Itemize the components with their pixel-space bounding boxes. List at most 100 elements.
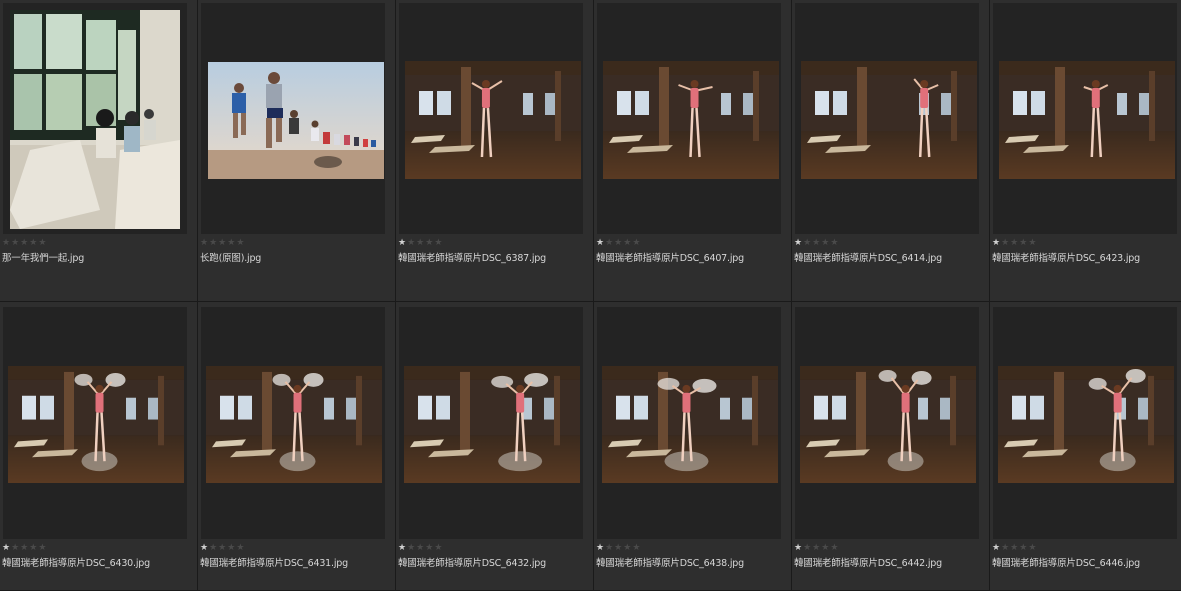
thumbnail-cell[interactable]: ★ ★ ★ ★ ★ 韓國瑞老師指導原片DSC_6446.jpg [990, 302, 1181, 591]
star-icon[interactable]: ★ [209, 238, 217, 248]
star-icon[interactable]: ★ [1019, 543, 1027, 553]
star-icon[interactable]: ★ [407, 238, 415, 248]
thumbnail-cell[interactable]: ★ ★ ★ ★ ★ 韓國瑞老師指導原片DSC_6407.jpg [594, 0, 792, 302]
thumbnail-cell[interactable]: ★ ★ ★ ★ ★ 韓國瑞老師指導原片DSC_6387.jpg [396, 0, 594, 302]
star-rating[interactable]: ★ ★ ★ ★ ★ [794, 238, 838, 248]
star-icon[interactable]: ★ [803, 543, 811, 553]
star-icon[interactable]: ★ [1028, 238, 1036, 248]
thumbnail-frame [795, 307, 979, 539]
thumbnail-cell[interactable]: ★ ★ ★ ★ ★ 韓國瑞老師指導原片DSC_6430.jpg [0, 302, 198, 591]
star-icon[interactable]: ★ [38, 543, 46, 553]
star-icon[interactable]: ★ [2, 238, 10, 248]
thumbnail-cell[interactable]: ★ ★ ★ ★ ★ 韓國瑞老師指導原片DSC_6442.jpg [792, 302, 990, 591]
photo-dancer-thumbnail[interactable] [603, 61, 779, 179]
thumbnail-cell[interactable]: ★ ★ ★ ★ ★ 那一年我們一起.jpg [0, 0, 198, 302]
star-icon[interactable]: ★ [236, 543, 244, 553]
star-rating[interactable]: ★ ★ ★ ★ ★ [2, 238, 46, 248]
thumbnail-cell[interactable]: ★ ★ ★ ★ ★ 韓國瑞老師指導原片DSC_6438.jpg [594, 302, 792, 591]
star-icon[interactable]: ★ [416, 543, 424, 553]
star-icon[interactable]: ★ [236, 238, 244, 248]
star-icon[interactable]: ★ [614, 543, 622, 553]
star-icon[interactable]: ★ [11, 543, 19, 553]
star-icon[interactable]: ★ [398, 543, 406, 553]
star-icon[interactable]: ★ [632, 543, 640, 553]
star-icon[interactable]: ★ [227, 238, 235, 248]
star-icon[interactable]: ★ [2, 543, 10, 553]
thumbnail-frame [399, 307, 583, 539]
thumbnail-cell[interactable]: ★ ★ ★ ★ ★ 韓國瑞老師指導原片DSC_6423.jpg [990, 0, 1181, 302]
star-icon[interactable]: ★ [407, 543, 415, 553]
star-icon[interactable]: ★ [398, 238, 406, 248]
star-rating[interactable]: ★ ★ ★ ★ ★ [398, 238, 442, 248]
photo-dancer-thumbnail[interactable] [404, 366, 580, 483]
star-icon[interactable]: ★ [1010, 543, 1018, 553]
star-icon[interactable]: ★ [20, 238, 28, 248]
star-icon[interactable]: ★ [821, 543, 829, 553]
photo-dancer-thumbnail[interactable] [998, 366, 1174, 483]
star-icon[interactable]: ★ [200, 238, 208, 248]
star-icon[interactable]: ★ [596, 543, 604, 553]
star-icon[interactable]: ★ [20, 543, 28, 553]
thumbnail-cell[interactable]: ★ ★ ★ ★ ★ 韓國瑞老師指導原片DSC_6431.jpg [198, 302, 396, 591]
star-icon[interactable]: ★ [623, 238, 631, 248]
star-icon[interactable]: ★ [812, 543, 820, 553]
star-icon[interactable]: ★ [596, 238, 604, 248]
star-icon[interactable]: ★ [605, 238, 613, 248]
star-icon[interactable]: ★ [425, 543, 433, 553]
star-rating[interactable]: ★ ★ ★ ★ ★ [200, 238, 244, 248]
star-icon[interactable]: ★ [209, 543, 217, 553]
star-icon[interactable]: ★ [218, 543, 226, 553]
star-icon[interactable]: ★ [416, 238, 424, 248]
star-rating[interactable]: ★ ★ ★ ★ ★ [2, 543, 46, 553]
star-icon[interactable]: ★ [830, 543, 838, 553]
star-rating[interactable]: ★ ★ ★ ★ ★ [596, 543, 640, 553]
star-icon[interactable]: ★ [38, 238, 46, 248]
thumbnail-cell[interactable]: ★ ★ ★ ★ ★ 韓國瑞老師指導原片DSC_6414.jpg [792, 0, 990, 302]
star-icon[interactable]: ★ [29, 543, 37, 553]
star-icon[interactable]: ★ [992, 238, 1000, 248]
thumbnail-frame [201, 307, 385, 539]
star-icon[interactable]: ★ [821, 238, 829, 248]
star-rating[interactable]: ★ ★ ★ ★ ★ [596, 238, 640, 248]
star-icon[interactable]: ★ [434, 543, 442, 553]
photo-dancer-thumbnail[interactable] [800, 366, 976, 483]
star-rating[interactable]: ★ ★ ★ ★ ★ [398, 543, 442, 553]
star-icon[interactable]: ★ [425, 238, 433, 248]
star-icon[interactable]: ★ [218, 238, 226, 248]
photo-runners-thumbnail[interactable] [208, 62, 384, 179]
star-icon[interactable]: ★ [605, 543, 613, 553]
star-icon[interactable]: ★ [830, 238, 838, 248]
star-icon[interactable]: ★ [29, 238, 37, 248]
photo-dancer-thumbnail[interactable] [8, 366, 184, 483]
thumbnail-cell[interactable]: ★ ★ ★ ★ ★ 韓國瑞老師指導原片DSC_6432.jpg [396, 302, 594, 591]
star-icon[interactable]: ★ [614, 238, 622, 248]
star-icon[interactable]: ★ [200, 543, 208, 553]
star-icon[interactable]: ★ [803, 238, 811, 248]
star-icon[interactable]: ★ [11, 238, 19, 248]
star-icon[interactable]: ★ [794, 238, 802, 248]
star-icon[interactable]: ★ [632, 238, 640, 248]
star-rating[interactable]: ★ ★ ★ ★ ★ [992, 543, 1036, 553]
star-icon[interactable]: ★ [227, 543, 235, 553]
star-icon[interactable]: ★ [1001, 238, 1009, 248]
star-icon[interactable]: ★ [434, 238, 442, 248]
star-icon[interactable]: ★ [992, 543, 1000, 553]
star-icon[interactable]: ★ [1028, 543, 1036, 553]
star-icon[interactable]: ★ [1019, 238, 1027, 248]
photo-dancer-thumbnail[interactable] [206, 366, 382, 483]
photo-dancer-thumbnail[interactable] [801, 61, 977, 179]
thumbnail-frame [993, 307, 1177, 539]
star-icon[interactable]: ★ [812, 238, 820, 248]
photo-dancer-thumbnail[interactable] [405, 61, 581, 179]
thumbnail-cell[interactable]: ★ ★ ★ ★ ★ 长跑(原图).jpg [198, 0, 396, 302]
star-icon[interactable]: ★ [1010, 238, 1018, 248]
star-icon[interactable]: ★ [623, 543, 631, 553]
star-rating[interactable]: ★ ★ ★ ★ ★ [992, 238, 1036, 248]
photo-classroom-thumbnail[interactable] [10, 10, 180, 229]
photo-dancer-thumbnail[interactable] [999, 61, 1175, 179]
star-icon[interactable]: ★ [1001, 543, 1009, 553]
star-rating[interactable]: ★ ★ ★ ★ ★ [794, 543, 838, 553]
star-icon[interactable]: ★ [794, 543, 802, 553]
star-rating[interactable]: ★ ★ ★ ★ ★ [200, 543, 244, 553]
photo-dancer-thumbnail[interactable] [602, 366, 778, 483]
